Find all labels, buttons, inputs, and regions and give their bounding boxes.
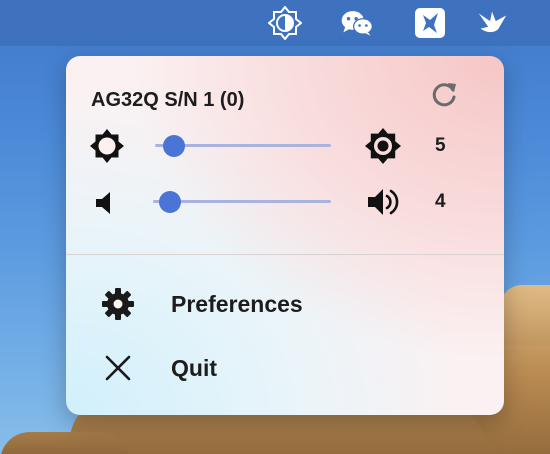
menu-divider <box>66 254 504 255</box>
wechat-icon[interactable] <box>340 6 374 40</box>
device-title: AG32Q S/N 1 (0) <box>91 89 245 111</box>
volume-slider-knob[interactable] <box>159 191 182 213</box>
volume-slider[interactable] <box>153 191 331 213</box>
preferences-menu-item[interactable]: Preferences <box>66 276 504 332</box>
quit-label: Quit <box>171 355 217 381</box>
gear-icon <box>96 288 140 320</box>
bird-app-icon[interactable] <box>475 6 509 40</box>
volume-low-icon <box>87 183 127 223</box>
brightness-slider-knob[interactable] <box>162 135 185 157</box>
close-icon <box>96 352 140 384</box>
refresh-icon <box>432 83 456 107</box>
brightness-high-icon <box>363 126 403 166</box>
menu-bar <box>0 0 550 46</box>
brightness-menu-icon[interactable] <box>268 6 302 40</box>
rock-formation <box>500 285 550 345</box>
desktop-background: AG32Q S/N 1 (0) 5 4 Preferences Quit <box>0 0 550 454</box>
volume-high-icon <box>364 182 404 222</box>
preferences-label: Preferences <box>171 291 303 317</box>
feishu-icon[interactable] <box>413 6 447 40</box>
brightness-slider[interactable] <box>155 135 331 157</box>
brightness-value: 5 <box>435 135 446 156</box>
volume-value: 4 <box>435 191 446 212</box>
display-control-popover: AG32Q S/N 1 (0) 5 4 Preferences Quit <box>66 56 504 415</box>
brightness-low-icon <box>87 126 127 166</box>
quit-menu-item[interactable]: Quit <box>66 340 504 396</box>
rock-formation <box>0 432 130 454</box>
refresh-button[interactable] <box>428 79 460 111</box>
